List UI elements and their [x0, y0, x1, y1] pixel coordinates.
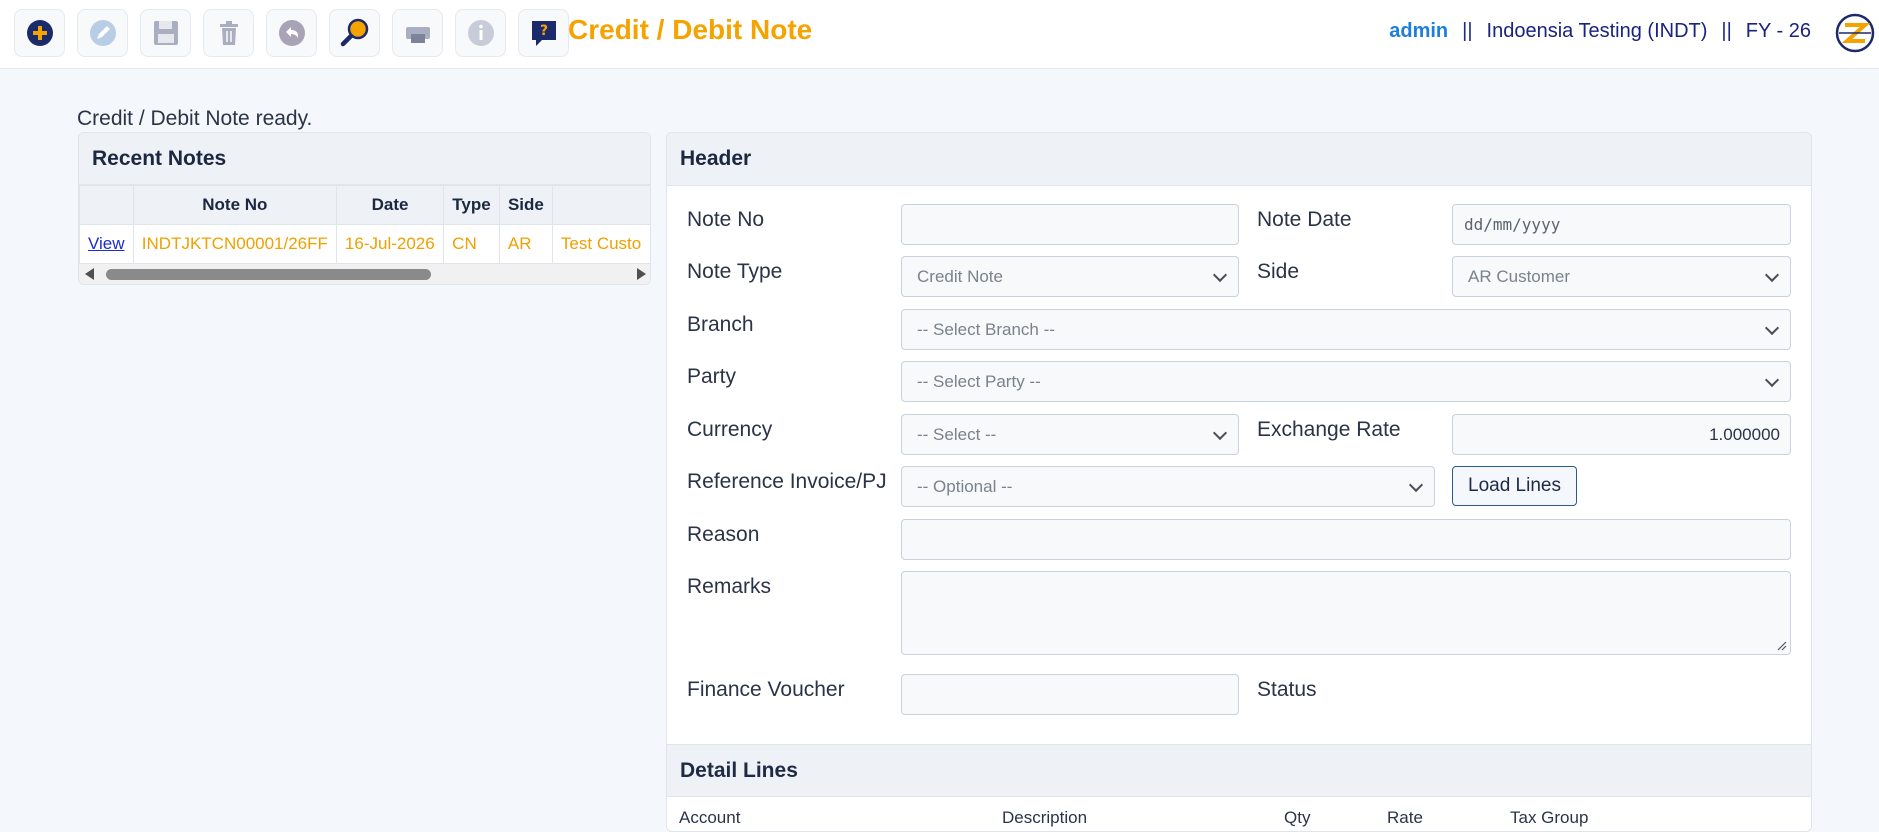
party-label: Party: [687, 365, 737, 388]
column-header: [79, 185, 134, 225]
column-header-description: Description: [1002, 808, 1088, 827]
status-label: Status: [1257, 678, 1317, 701]
column-header-rate: Rate: [1387, 808, 1423, 827]
scroll-left-icon[interactable]: [85, 268, 94, 280]
recent-notes-table-wrap: Note No Date Type Side View INDTJKTCN000…: [79, 185, 650, 264]
side-select[interactable]: AR Customer: [1452, 256, 1791, 297]
column-header: Note No: [132, 185, 337, 225]
party-cell: Test Custo: [551, 224, 650, 264]
recent-notes-title: Recent Notes: [79, 133, 650, 185]
horizontal-scrollbar[interactable]: [79, 264, 650, 284]
note-no-field[interactable]: [901, 204, 1239, 245]
note-date-field[interactable]: dd/mm/yyyy: [1452, 204, 1791, 245]
column-header: Date: [335, 185, 445, 225]
page-title: Credit / Debit Note: [568, 14, 813, 45]
currency-select[interactable]: -- Select --: [901, 414, 1239, 455]
print-button[interactable]: [392, 9, 443, 57]
exchange-rate-label: Exchange Rate: [1257, 418, 1401, 441]
floppy-disk-icon: [153, 21, 178, 45]
magnifier-icon: [340, 18, 368, 47]
column-header-tax-group: Tax Group: [1510, 808, 1589, 827]
branch-select[interactable]: -- Select Branch --: [901, 309, 1791, 350]
note-no-cell: INDTJKTCN00001/26FF: [132, 224, 337, 264]
side-cell: AR: [498, 224, 553, 264]
scroll-right-icon[interactable]: [637, 268, 646, 280]
company-name[interactable]: Indoensia Testing (INDT): [1487, 20, 1708, 43]
recent-notes-table: Note No Date Type Side View INDTJKTCN000…: [79, 185, 650, 264]
user-name[interactable]: admin: [1389, 20, 1448, 43]
branch-label: Branch: [687, 313, 754, 336]
separator: ||: [1462, 20, 1473, 42]
save-button[interactable]: [140, 9, 191, 57]
column-header-account: Account: [679, 808, 741, 827]
reason-field[interactable]: [901, 519, 1791, 560]
user-info-bar: admin || Indoensia Testing (INDT) || FY …: [1389, 20, 1811, 43]
scroll-thumb[interactable]: [106, 269, 431, 280]
date-cell: 16-Jul-2026: [335, 224, 445, 264]
note-date-label: Note Date: [1257, 208, 1352, 231]
side-label: Side: [1257, 260, 1300, 283]
recent-notes-panel: Recent Notes Note No Date Type Side View…: [78, 132, 651, 285]
undo-icon: [278, 20, 305, 46]
help-button[interactable]: ?: [518, 9, 569, 57]
note-no-label: Note No: [687, 208, 765, 231]
svg-text:?: ?: [539, 23, 547, 39]
finance-voucher-field[interactable]: [901, 674, 1239, 715]
printer-icon: [405, 27, 430, 43]
reference-invoice-label: Reference Invoice/PJ: [687, 470, 887, 493]
column-header: Type: [443, 185, 500, 225]
app-logo-icon: [1835, 13, 1875, 53]
currency-label: Currency: [687, 418, 773, 441]
fiscal-year[interactable]: FY - 26: [1746, 20, 1811, 43]
status-message: Credit / Debit Note ready.: [77, 107, 313, 130]
table-row[interactable]: View INDTJKTCN00001/26FF 16-Jul-2026 CN …: [79, 224, 650, 264]
plus-circle-icon: [26, 20, 53, 46]
table-header-row: Note No Date Type Side: [79, 185, 650, 225]
top-toolbar: ? Credit / Debit Note admin || Indoensia…: [0, 0, 1879, 69]
party-select[interactable]: -- Select Party --: [901, 361, 1791, 402]
type-cell: CN: [443, 224, 500, 264]
reason-label: Reason: [687, 523, 760, 546]
info-button[interactable]: [455, 9, 506, 57]
info-icon: [467, 20, 494, 46]
note-type-label: Note Type: [687, 260, 783, 283]
pencil-icon: [89, 20, 116, 46]
trash-icon: [219, 21, 238, 45]
help-chat-icon: ?: [531, 21, 556, 46]
column-header: Side: [498, 185, 553, 225]
undo-button[interactable]: [266, 9, 317, 57]
exchange-rate-field[interactable]: 1.000000: [1452, 414, 1791, 455]
detail-lines-title: Detail Lines: [667, 744, 1811, 797]
header-title: Header: [667, 133, 1811, 186]
view-cell: View: [79, 224, 134, 264]
finance-voucher-label: Finance Voucher: [687, 678, 845, 701]
delete-button[interactable]: [203, 9, 254, 57]
separator: ||: [1721, 20, 1732, 42]
add-button[interactable]: [14, 9, 65, 57]
note-type-select[interactable]: Credit Note: [901, 256, 1239, 297]
search-button[interactable]: [329, 9, 380, 57]
header-panel: Header Note No Note Date dd/mm/yyyy Note…: [666, 132, 1812, 832]
column-header: [551, 185, 650, 225]
column-header-qty: Qty: [1284, 808, 1311, 827]
view-link[interactable]: View: [88, 234, 125, 253]
resize-handle-icon[interactable]: [1777, 641, 1787, 651]
remarks-label: Remarks: [687, 575, 772, 598]
remarks-textarea[interactable]: [901, 571, 1791, 655]
edit-button[interactable]: [77, 9, 128, 57]
load-lines-button[interactable]: Load Lines: [1452, 466, 1577, 506]
reference-invoice-select[interactable]: -- Optional --: [901, 466, 1435, 507]
